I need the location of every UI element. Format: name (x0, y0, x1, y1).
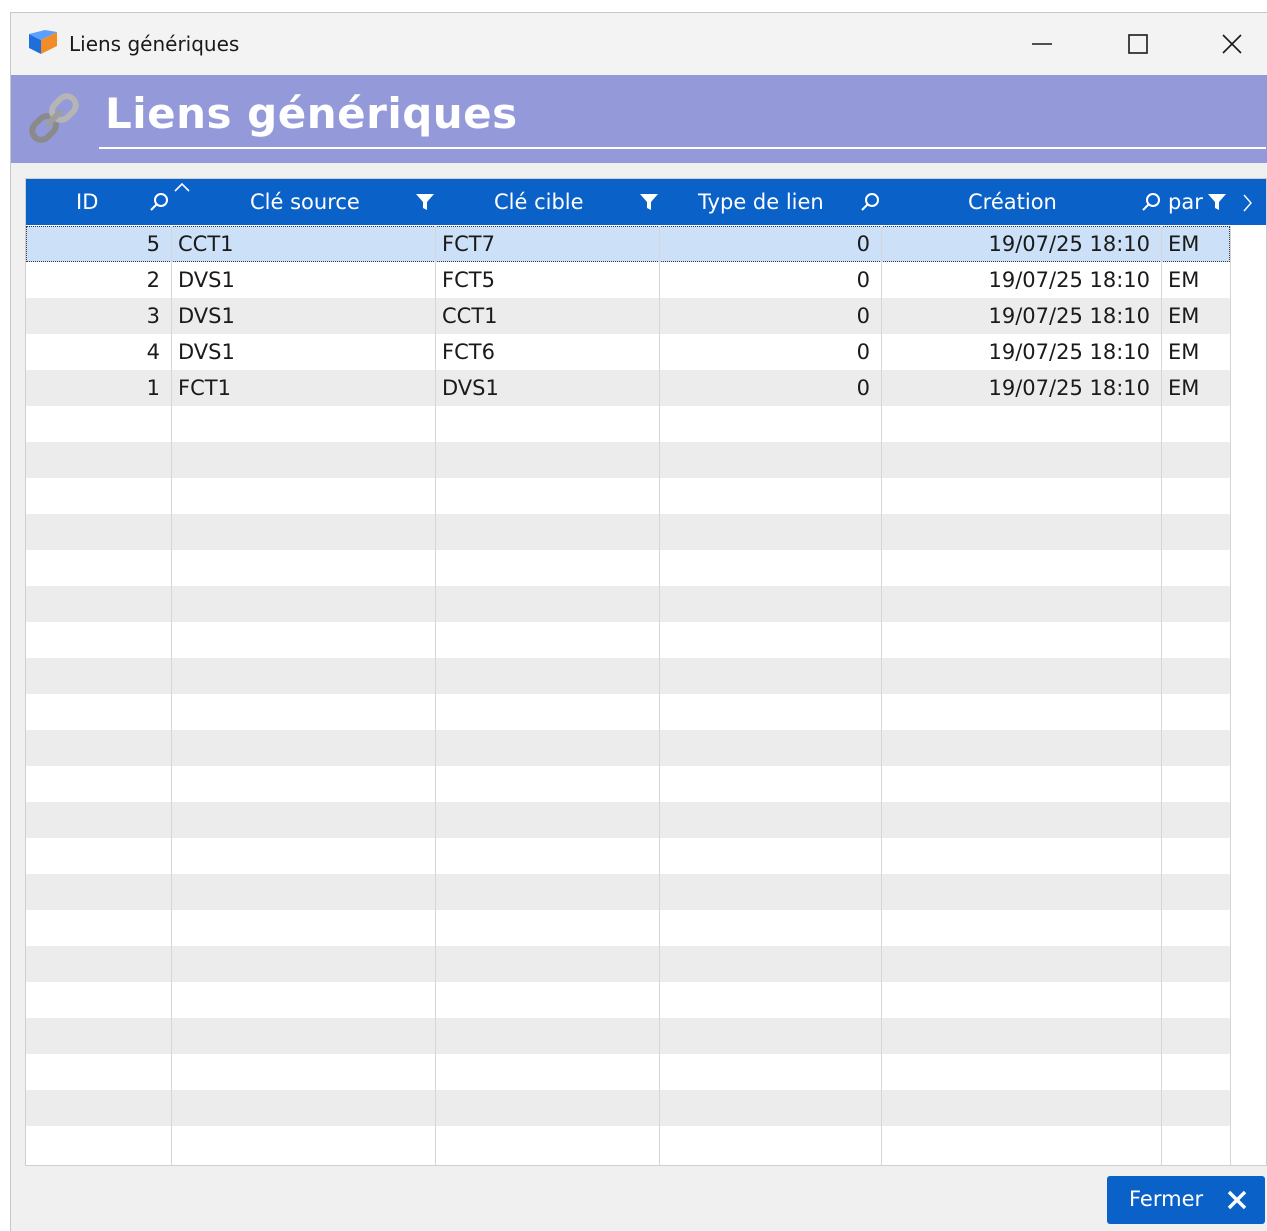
empty-row (26, 1126, 1230, 1162)
column-divider (435, 226, 436, 1165)
column-header-target[interactable]: Clé cible (436, 179, 660, 225)
cell-created: 19/07/25 18:10 (988, 376, 1150, 400)
column-divider (659, 226, 660, 1165)
link-icon (29, 93, 79, 143)
cell-by: EM (1168, 232, 1200, 256)
empty-row (26, 1090, 1230, 1126)
cell-id: 1 (146, 376, 160, 400)
filter-icon[interactable] (1206, 191, 1228, 213)
header-band: Liens génériques (11, 75, 1267, 163)
cell-source: FCT1 (178, 376, 231, 400)
window: Liens génériques Liens génériques ID Clé… (10, 12, 1267, 1231)
search-icon[interactable] (859, 191, 881, 213)
table-body: 5 CCT1 FCT7 0 19/07/25 18:10 EM 2 DVS1 FCT5 0 19/0… (26, 226, 1266, 1165)
empty-row (26, 946, 1230, 982)
close-window-button[interactable] (1187, 13, 1267, 75)
table-row[interactable]: 5 CCT1 FCT7 0 19/07/25 18:10 EM (26, 226, 1230, 262)
column-header-id[interactable]: ID (26, 179, 148, 225)
empty-row (26, 622, 1230, 658)
minimize-icon (1032, 43, 1052, 45)
empty-row (26, 514, 1230, 550)
column-divider (1161, 226, 1162, 1165)
table-row[interactable]: 1 FCT1 DVS1 0 19/07/25 18:10 EM (26, 370, 1230, 406)
links-table[interactable]: ID Clé source Clé cible Type de lien Cré… (25, 178, 1267, 1166)
empty-row (26, 406, 1230, 442)
cell-target: FCT5 (442, 268, 495, 292)
cell-created: 19/07/25 18:10 (988, 340, 1150, 364)
cell-source: DVS1 (178, 304, 235, 328)
cell-target: CCT1 (442, 304, 498, 328)
table-right-gutter (1230, 226, 1266, 1165)
cell-id: 3 (146, 304, 160, 328)
empty-row (26, 478, 1230, 514)
empty-row (26, 694, 1230, 730)
filter-icon[interactable] (638, 191, 660, 213)
empty-row (26, 982, 1230, 1018)
table-header: ID Clé source Clé cible Type de lien Cré… (26, 179, 1266, 225)
column-header-type[interactable]: Type de lien (660, 179, 882, 225)
minimize-button[interactable] (997, 13, 1087, 75)
close-icon (1222, 34, 1242, 54)
table-row[interactable]: 3 DVS1 CCT1 0 19/07/25 18:10 EM (26, 298, 1230, 334)
maximize-icon (1128, 34, 1148, 54)
empty-row (26, 838, 1230, 874)
cell-type: 0 (856, 340, 870, 364)
cell-source: CCT1 (178, 232, 234, 256)
cell-created: 19/07/25 18:10 (988, 304, 1150, 328)
cell-id: 5 (146, 232, 160, 256)
cell-created: 19/07/25 18:10 (988, 268, 1150, 292)
header-divider (99, 147, 1266, 149)
search-icon[interactable] (148, 191, 170, 213)
empty-row (26, 874, 1230, 910)
column-header-created[interactable]: Création (882, 179, 1162, 225)
maximize-button[interactable] (1093, 13, 1183, 75)
title-bar: Liens génériques (11, 13, 1267, 75)
close-button[interactable]: Fermer (1107, 1176, 1265, 1224)
scroll-right-icon[interactable] (1240, 193, 1254, 213)
app-logo-icon (29, 30, 57, 54)
empty-row (26, 802, 1230, 838)
empty-row (26, 766, 1230, 802)
column-header-source[interactable]: Clé source (172, 179, 436, 225)
cell-source: DVS1 (178, 340, 235, 364)
close-button-label: Fermer (1129, 1187, 1204, 1211)
cell-type: 0 (856, 268, 870, 292)
cell-created: 19/07/25 18:10 (988, 232, 1150, 256)
cell-by: EM (1168, 376, 1200, 400)
cell-type: 0 (856, 304, 870, 328)
empty-row (26, 910, 1230, 946)
cell-target: FCT6 (442, 340, 495, 364)
empty-row (26, 586, 1230, 622)
cell-id: 4 (146, 340, 160, 364)
column-divider (171, 226, 172, 1165)
empty-row (26, 550, 1230, 586)
table-row[interactable]: 4 DVS1 FCT6 0 19/07/25 18:10 EM (26, 334, 1230, 370)
close-icon (1227, 1190, 1247, 1210)
filter-icon[interactable] (414, 191, 436, 213)
empty-row (26, 658, 1230, 694)
empty-row (26, 442, 1230, 478)
cell-target: FCT7 (442, 232, 495, 256)
cell-id: 2 (146, 268, 160, 292)
page-title: Liens génériques (105, 89, 518, 138)
empty-row (26, 1054, 1230, 1090)
cell-target: DVS1 (442, 376, 499, 400)
cell-source: DVS1 (178, 268, 235, 292)
cell-by: EM (1168, 268, 1200, 292)
table-row[interactable]: 2 DVS1 FCT5 0 19/07/25 18:10 EM (26, 262, 1230, 298)
column-divider (881, 226, 882, 1165)
search-icon[interactable] (1140, 191, 1162, 213)
empty-row (26, 1018, 1230, 1054)
window-title: Liens génériques (69, 32, 240, 56)
cell-type: 0 (856, 232, 870, 256)
cell-by: EM (1168, 304, 1200, 328)
empty-row (26, 730, 1230, 766)
cell-by: EM (1168, 340, 1200, 364)
cell-type: 0 (856, 376, 870, 400)
